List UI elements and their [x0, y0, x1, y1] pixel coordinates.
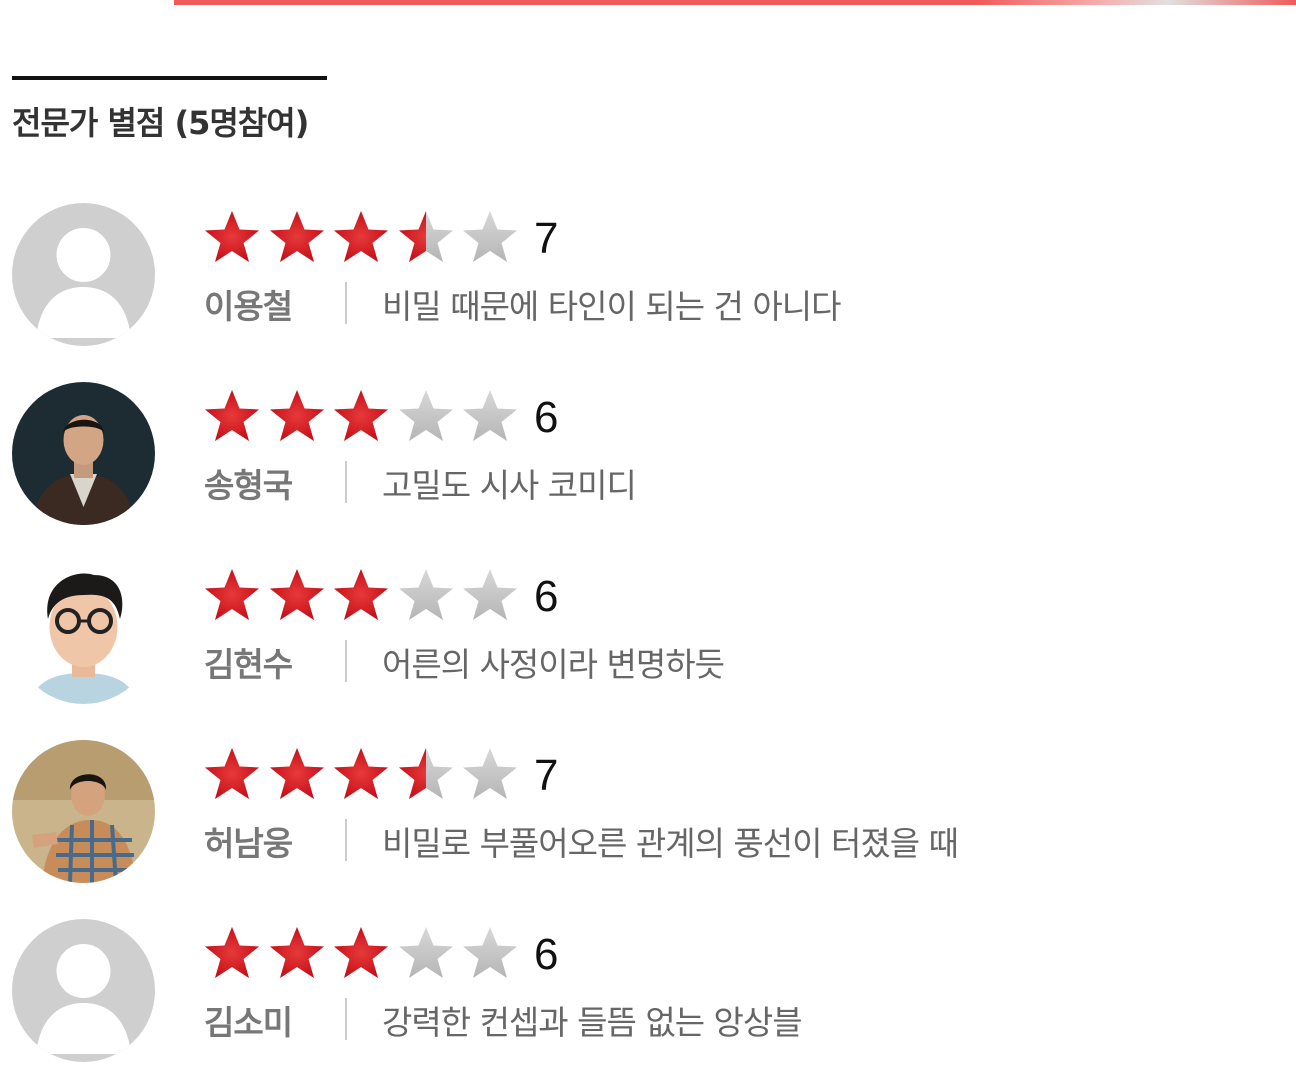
reviewer-name[interactable]: 김소미 — [204, 996, 293, 1044]
review-item: 6 송형국 고밀도 시사 코미디 — [0, 379, 1296, 529]
review-comment: 강력한 컨셉과 들뜸 없는 앙상블 — [382, 1003, 803, 1042]
divider — [345, 819, 347, 861]
star-filled-icon — [334, 748, 388, 799]
review-item: 7 허남웅 비밀로 부풀어오른 관계의 풍선이 터졌을 때 — [0, 737, 1296, 887]
star-empty-icon — [463, 748, 517, 799]
reviewer-name[interactable]: 허남웅 — [204, 817, 293, 865]
score: 6 — [534, 930, 559, 979]
reviewer-photo-icon — [12, 382, 155, 525]
star-filled-icon — [269, 927, 324, 978]
divider — [345, 998, 347, 1040]
section-rule — [12, 76, 327, 80]
star-half-icon — [398, 211, 453, 262]
reviewer-name[interactable]: 이용철 — [204, 280, 293, 328]
review-comment: 어른의 사정이라 변명하듯 — [382, 645, 725, 684]
default-user-icon — [12, 203, 155, 346]
star-filled-icon — [269, 390, 324, 441]
score: 6 — [534, 572, 559, 621]
star-filled-icon — [269, 211, 324, 262]
star-filled-icon — [334, 390, 388, 441]
star-filled-icon — [205, 748, 259, 799]
star-rating — [202, 566, 525, 626]
star-filled-icon — [334, 569, 388, 620]
reviewer-photo-icon — [12, 561, 155, 704]
star-filled-icon — [334, 211, 388, 262]
star-empty-icon — [398, 569, 453, 620]
star-filled-icon — [269, 569, 324, 620]
review-item: 6 김현수 어른의 사정이라 변명하듯 — [0, 558, 1296, 708]
review-comment: 비밀 때문에 타인이 되는 건 아니다 — [382, 287, 841, 326]
star-empty-icon — [463, 569, 517, 620]
divider — [345, 640, 347, 682]
review-comment: 비밀로 부풀어오른 관계의 풍선이 터졌을 때 — [382, 824, 959, 863]
star-rating — [202, 387, 525, 447]
review-comment: 고밀도 시사 코미디 — [382, 466, 637, 505]
star-filled-icon — [205, 211, 259, 262]
reviewer-name[interactable]: 송형국 — [204, 459, 293, 507]
star-empty-icon — [463, 211, 517, 262]
star-filled-icon — [269, 748, 324, 799]
star-empty-icon — [398, 390, 453, 441]
review-item: 6 김소미 강력한 컨셉과 들뜸 없는 앙상블 — [0, 916, 1296, 1066]
star-filled-icon — [205, 927, 259, 978]
star-filled-icon — [205, 569, 259, 620]
top-accent-bar — [174, 0, 1296, 5]
default-user-icon — [12, 919, 155, 1062]
star-rating — [202, 208, 525, 268]
reviewer-name[interactable]: 김현수 — [204, 638, 293, 686]
avatar[interactable] — [12, 561, 155, 704]
avatar[interactable] — [12, 203, 155, 346]
avatar[interactable] — [12, 740, 155, 883]
star-empty-icon — [463, 390, 517, 441]
section-title: 전문가 별점 (5명참여) — [12, 104, 309, 142]
divider — [345, 282, 347, 324]
star-empty-icon — [398, 927, 453, 978]
reviewer-photo-icon — [12, 740, 155, 883]
star-rating — [202, 924, 525, 984]
score: 7 — [534, 214, 559, 263]
review-item: 7 이용철 비밀 때문에 타인이 되는 건 아니다 — [0, 200, 1296, 350]
score: 6 — [534, 393, 559, 442]
star-filled-icon — [205, 390, 259, 441]
star-rating — [202, 745, 525, 805]
divider — [345, 461, 347, 503]
star-empty-icon — [463, 927, 517, 978]
top-accent-bar-fade — [976, 0, 1296, 5]
avatar[interactable] — [12, 919, 155, 1062]
star-filled-icon — [334, 927, 388, 978]
score: 7 — [534, 751, 559, 800]
star-half-icon — [398, 748, 453, 799]
avatar[interactable] — [12, 382, 155, 525]
